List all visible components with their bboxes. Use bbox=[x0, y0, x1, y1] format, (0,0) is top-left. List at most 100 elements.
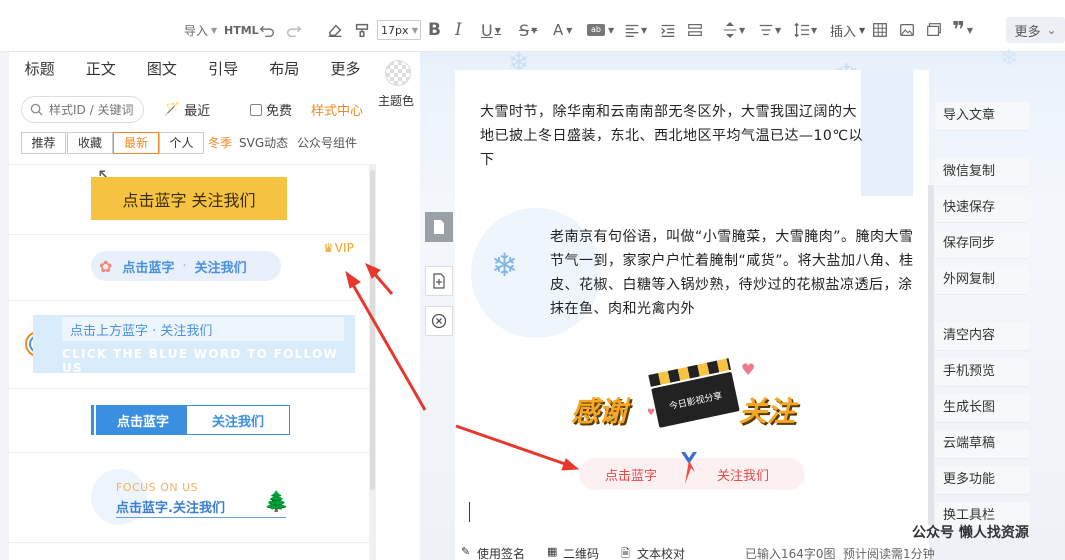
style-list-scroll-thumb[interactable] bbox=[370, 170, 375, 490]
clear-content-button[interactable]: 清空内容 bbox=[935, 322, 1030, 350]
gallery-icon[interactable] bbox=[925, 18, 943, 42]
cloud-draft-button[interactable]: 云端草稿 bbox=[935, 430, 1030, 458]
theme-color-label: 主题色 bbox=[378, 94, 415, 108]
font-size-select[interactable]: 17px ▼ bbox=[377, 20, 421, 40]
free-checkbox[interactable]: 免费 bbox=[250, 100, 292, 119]
tag-svg-animated[interactable]: SVG动态 bbox=[239, 134, 288, 151]
yellow-follow-text: 点击蓝字 关注我们 bbox=[122, 190, 256, 210]
import-dropdown[interactable]: 导入 ▼ bbox=[184, 18, 217, 42]
paragraph-spacing-icon[interactable]: ▼ bbox=[757, 18, 781, 42]
quote-icon[interactable]: ❞ ▼ bbox=[952, 18, 973, 43]
save-sync-button[interactable]: 保存同步 bbox=[935, 230, 1030, 258]
pill-left-text: 点击蓝字 bbox=[122, 260, 175, 276]
clapperboard-icon: 今日影视分享 bbox=[648, 358, 740, 428]
letter-spacing-icon[interactable]: ▼ bbox=[793, 18, 817, 42]
insert-dropdown[interactable]: 插入 ▼ bbox=[830, 18, 865, 42]
theme-color-panel[interactable]: 主题色 bbox=[376, 52, 420, 560]
style-center-link[interactable]: 样式中心 bbox=[311, 100, 363, 119]
tab-guide[interactable]: 引导 bbox=[193, 52, 254, 86]
eraser-icon[interactable] bbox=[326, 18, 344, 42]
undo-icon[interactable] bbox=[258, 18, 276, 42]
filter-recommended[interactable]: 推荐 bbox=[21, 132, 66, 154]
split-right-text: 关注我们 bbox=[186, 405, 290, 435]
style-library-panel: 标题 正文 图文 引导 布局 更多 🪄 最近 免费 样式中心 推荐 收藏 bbox=[9, 52, 376, 560]
filter-personal[interactable]: 个人 bbox=[159, 132, 204, 154]
html-button[interactable]: HTML bbox=[224, 18, 259, 42]
document-check-icon: 🗎 bbox=[621, 547, 630, 560]
paragraph-2[interactable]: 老南京有句俗语，叫做“小雪腌菜，大雪腌肉”。腌肉大雪节气一到，家家户户忙着腌制“… bbox=[550, 225, 915, 321]
search-box[interactable] bbox=[21, 96, 144, 123]
mobile-preview-button[interactable]: 手机预览 bbox=[935, 358, 1030, 386]
document-icon[interactable] bbox=[425, 212, 453, 242]
more-dropdown[interactable]: 更多 ⌄ bbox=[1006, 17, 1065, 43]
recent-label: 最近 bbox=[184, 104, 211, 119]
style-item-focus[interactable]: FOCUS ON US 点击蓝字.关注我们 🌲 bbox=[9, 453, 369, 543]
flower-icon: ✿ bbox=[99, 256, 113, 276]
signature-button[interactable]: 使用签名 bbox=[477, 545, 525, 560]
thanks-follow-graphic[interactable]: 感谢 今日影视分享 ♥ ♥ 关注 bbox=[565, 358, 825, 440]
read-time: 预计阅读需1分钟 bbox=[843, 547, 935, 560]
follow-pill-graphic[interactable]: 点击蓝字 关注我们 bbox=[579, 452, 805, 490]
quick-save-button[interactable]: 快速保存 bbox=[935, 194, 1030, 222]
image-icon[interactable] bbox=[898, 18, 916, 42]
indent-icon[interactable] bbox=[659, 18, 677, 42]
status-bar: ✎ 使用签名 ▦ 二维码 🗎 文本校对 已输入164字0图 预计阅读需1分钟 bbox=[455, 545, 935, 560]
paragraph-1[interactable]: 大雪时节，除华南和云南南部无冬区外，大雪我国辽阔的大地已披上冬日盛装，东北、西北… bbox=[480, 100, 864, 172]
document-scrollbar[interactable] bbox=[928, 185, 934, 525]
recent-button[interactable]: 🪄 最近 bbox=[164, 100, 210, 119]
word-count: 已输入164字0图 bbox=[745, 547, 836, 560]
import-article-button[interactable]: 导入文章 bbox=[935, 102, 1030, 130]
tag-winter[interactable]: 冬季 bbox=[208, 134, 232, 151]
chevron-down-icon: ▼ bbox=[211, 25, 218, 35]
more-functions-button[interactable]: 更多功能 bbox=[935, 466, 1030, 494]
crown-icon: ♛ bbox=[323, 241, 334, 255]
redo-icon[interactable] bbox=[285, 18, 303, 42]
more-label: 更多 bbox=[1014, 24, 1041, 40]
qrcode-icon: ▦ bbox=[547, 545, 558, 558]
underline-icon[interactable]: U ▼ bbox=[481, 18, 501, 42]
tag-official-account[interactable]: 公众号组件 bbox=[297, 134, 357, 151]
style-item-blue-card[interactable]: 点击上方蓝字 · 关注我们 CLICK THE BLUE WORD TO FOL… bbox=[9, 301, 369, 389]
heart-icon: ♥ bbox=[647, 408, 656, 418]
vip-label: VIP bbox=[334, 241, 354, 255]
magic-wand-icon: 🪄 bbox=[164, 102, 181, 117]
heart-icon: ♥ bbox=[741, 360, 756, 379]
line-spacing-icon[interactable]: ▼ bbox=[721, 18, 745, 42]
tab-more[interactable]: 更多 bbox=[315, 52, 376, 86]
style-item-next[interactable] bbox=[9, 543, 369, 560]
document-page[interactable]: 大雪时节，除华南和云南南部无冬区外，大雪我国辽阔的大地已披上冬日盛装，东北、西北… bbox=[455, 70, 929, 560]
editor-app: 导入 ▼ HTML 17px ▼ B I U▼ S▼ A▼ ab▼ ▼ bbox=[0, 0, 1065, 560]
add-document-icon[interactable] bbox=[425, 266, 453, 296]
style-item-yellow-follow[interactable]: ↖ 点击蓝字 关注我们 bbox=[9, 165, 369, 235]
proofread-button[interactable]: 文本校对 bbox=[637, 545, 685, 560]
outdent-icon[interactable] bbox=[686, 18, 704, 42]
bold-icon[interactable]: B bbox=[428, 18, 441, 42]
align-icon[interactable]: ▼ bbox=[623, 18, 647, 42]
strikethrough-icon[interactable]: S ▼ bbox=[519, 18, 537, 42]
background-color-icon[interactable]: ab ▼ bbox=[587, 18, 614, 42]
follow-right-text: 关注我们 bbox=[717, 469, 770, 484]
search-input[interactable] bbox=[49, 102, 135, 117]
tab-layout[interactable]: 布局 bbox=[254, 52, 315, 86]
theme-color-swatch[interactable] bbox=[385, 60, 411, 86]
style-item-split-follow[interactable]: 点击蓝字 关注我们 bbox=[9, 389, 369, 453]
font-color-icon[interactable]: A ▼ bbox=[553, 18, 572, 42]
tab-body[interactable]: 正文 bbox=[70, 52, 131, 86]
style-item-pill-follow[interactable]: ✿ 点击蓝字 · 关注我们 ♛ VIP bbox=[9, 235, 369, 301]
filter-latest[interactable]: 最新 bbox=[113, 132, 159, 154]
filter-favorites[interactable]: 收藏 bbox=[67, 132, 113, 154]
qrcode-button[interactable]: 二维码 bbox=[563, 545, 599, 560]
search-icon bbox=[30, 103, 43, 116]
external-copy-button[interactable]: 外网复制 bbox=[935, 266, 1030, 294]
close-circle-icon[interactable] bbox=[425, 306, 453, 336]
tab-title[interactable]: 标题 bbox=[9, 52, 70, 86]
filter-row: 推荐 收藏 最新 个人 冬季 SVG动态 公众号组件 bbox=[21, 132, 376, 154]
format-painter-icon[interactable] bbox=[353, 18, 371, 42]
focus-en-text: FOCUS ON US bbox=[116, 481, 199, 494]
tab-image-text[interactable]: 图文 bbox=[131, 52, 192, 86]
generate-long-image-button[interactable]: 生成长图 bbox=[935, 394, 1030, 422]
table-icon[interactable] bbox=[871, 18, 889, 42]
wechat-copy-button[interactable]: 微信复制 bbox=[935, 158, 1030, 186]
blue-card-en-text: CLICK THE BLUE WORD TO FOLLOW US bbox=[62, 347, 339, 375]
italic-icon[interactable]: I bbox=[455, 18, 462, 42]
